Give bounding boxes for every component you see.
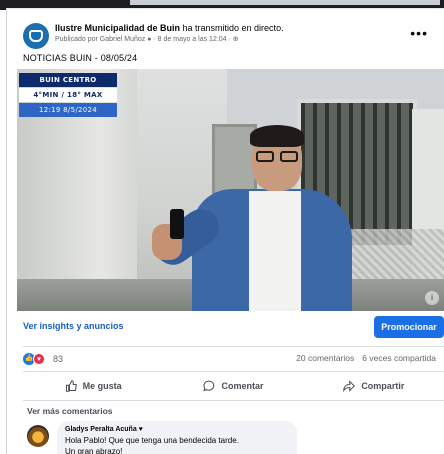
comment-bubble: Gladys Peralta Acuña ♥ Hola Pablo! Que q… — [57, 421, 297, 454]
comment-line-1: Hola Pablo! Que que tenga una bendecida … — [65, 436, 239, 445]
weather-overlay: BUIN CENTRO 4°MIN / 18° MAX 12:19 8/5/20… — [19, 73, 117, 133]
shield-icon — [29, 30, 43, 42]
engagement-stats: 20 comentarios 6 veces compartida — [296, 353, 436, 363]
video-player[interactable]: BUIN CENTRO 4°MIN / 18° MAX 12:19 8/5/20… — [17, 69, 444, 311]
post-actions: Me gusta Comentar Compartir — [23, 375, 444, 397]
insights-link[interactable]: Ver insights y anuncios — [23, 321, 124, 331]
comment-line-2: Un gran abrazo! — [65, 447, 123, 454]
comment-bubble-icon — [203, 380, 215, 392]
reactions-summary[interactable]: 👍 ♥ 83 — [23, 351, 63, 367]
post-action-text: ha transmitido en directo. — [180, 23, 284, 33]
commenter-name[interactable]: Gladys Peralta Acuña ♥ — [65, 426, 289, 433]
comments-count[interactable]: 20 comentarios — [296, 353, 354, 363]
person-hair — [250, 125, 304, 147]
video-settings-icon[interactable]: i — [425, 291, 439, 305]
glasses-left-lens — [256, 151, 274, 162]
share-label: Compartir — [361, 381, 405, 391]
comment-label: Comentar — [221, 381, 264, 391]
glasses-right-lens — [280, 151, 298, 162]
commenter-avatar[interactable] — [27, 425, 49, 447]
strip-decoration — [130, 0, 440, 5]
video-person — [148, 125, 352, 311]
like-button[interactable]: Me gusta — [23, 375, 163, 397]
comment-text: Hola Pablo! Que que tenga una bendecida … — [65, 435, 289, 454]
post-title: NOTICIAS BUIN - 08/05/24 — [23, 53, 138, 63]
shares-count[interactable]: 6 veces compartida — [362, 353, 436, 363]
person-glasses — [256, 151, 300, 163]
post-meta[interactable]: Publicado por Gabriel Muñoz ● · 8 de may… — [55, 35, 415, 45]
reaction-count: 83 — [53, 354, 64, 364]
love-reaction-icon: ♥ — [33, 353, 45, 365]
page-avatar[interactable] — [23, 23, 49, 49]
overlay-temperature: 4°MIN / 18° MAX — [19, 88, 117, 102]
post-header: Ilustre Municipalidad de Buin ha transmi… — [23, 21, 438, 53]
more-options-icon[interactable]: ••• — [410, 25, 428, 41]
share-arrow-icon — [343, 380, 356, 392]
overlay-time: 12:19 8/5/2024 — [19, 103, 117, 117]
divider — [23, 400, 444, 401]
divider — [23, 346, 444, 347]
phone-icon — [170, 209, 184, 239]
divider — [23, 371, 444, 372]
comment-button[interactable]: Comentar — [163, 375, 303, 397]
post-author-line: Ilustre Municipalidad de Buin ha transmi… — [55, 23, 415, 34]
promote-button[interactable]: Promocionar — [374, 316, 444, 338]
thumbs-up-icon — [65, 380, 77, 392]
like-label: Me gusta — [82, 381, 122, 391]
post-header-text: Ilustre Municipalidad de Buin ha transmi… — [55, 23, 415, 45]
person-shirt — [249, 191, 301, 311]
share-button[interactable]: Compartir — [304, 375, 444, 397]
view-more-comments-link[interactable]: Ver más comentarios — [27, 406, 113, 416]
page-name-link[interactable]: Ilustre Municipalidad de Buin — [55, 23, 180, 33]
overlay-station: BUIN CENTRO — [19, 73, 117, 87]
post-card: Ilustre Municipalidad de Buin ha transmi… — [6, 8, 444, 454]
